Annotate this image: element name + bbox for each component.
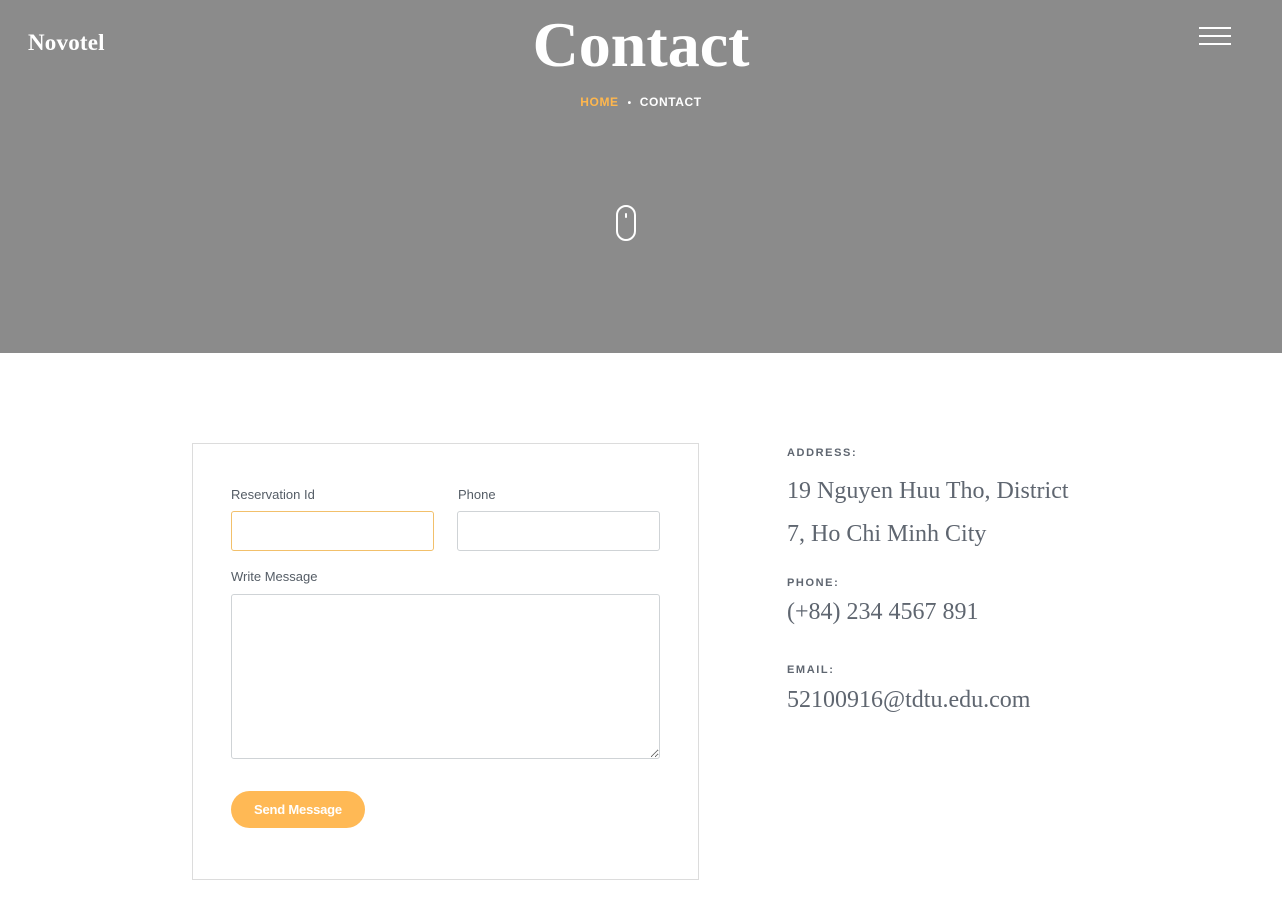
address-value: 19 Nguyen Huu Tho, District 7, Ho Chi Mi… [787,478,1069,547]
breadcrumb-separator: • [627,98,632,109]
message-label: Write Message [231,569,318,584]
email-value[interactable]: 52100916@tdtu.edu.com [787,687,1030,714]
email-label: EMAIL: [787,664,835,676]
send-message-button[interactable]: Send Message [231,791,365,828]
mouse-scroll-icon[interactable] [616,205,636,241]
mouse-wheel [625,213,627,218]
phone-info-value: (+84) 234 4567 891 [787,599,979,625]
message-textarea[interactable] [231,594,660,759]
page-hero: Novotel Contact HOME • CONTACT [0,0,1282,353]
contact-form: Reservation Id Phone Write Message Send … [192,443,699,880]
reservation-id-label: Reservation Id [231,487,315,502]
phone-info-label: PHONE: [787,577,840,589]
address-label: ADDRESS: [787,447,858,459]
phone-input[interactable] [457,511,660,551]
hamburger-icon-line [1199,35,1231,37]
phone-label: Phone [458,487,496,502]
hamburger-icon-line [1199,43,1231,45]
reservation-id-input[interactable] [231,511,434,551]
breadcrumb: HOME • CONTACT [0,95,1282,111]
breadcrumb-current: CONTACT [639,95,702,109]
hamburger-menu-button[interactable] [1198,27,1232,49]
hamburger-icon-line [1199,27,1231,29]
page-title: Contact [532,9,750,80]
breadcrumb-home-link[interactable]: HOME [580,95,618,109]
